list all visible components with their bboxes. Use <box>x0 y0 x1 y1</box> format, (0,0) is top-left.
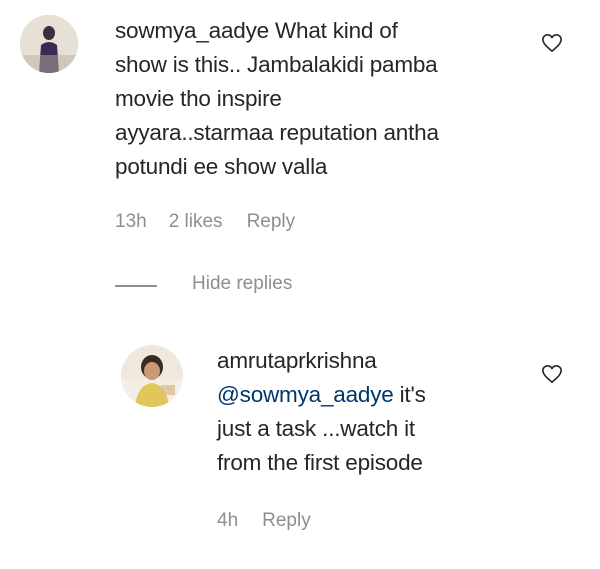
reply-time: 4h <box>217 510 239 531</box>
reply-reply-button[interactable]: Reply <box>262 510 311 532</box>
comment-meta: 13h 2 likes Reply <box>115 211 295 233</box>
hide-replies-line <box>115 285 157 287</box>
comment-line-5: potundi ee show valla <box>115 154 328 179</box>
reply-line-3: just a task ...watch it <box>217 416 415 441</box>
comment-body: sowmya_aadye What kind of show is this..… <box>115 14 515 184</box>
reply-line-2: @sowmya_aadye it's <box>217 378 517 412</box>
hide-replies-button[interactable]: Hide replies <box>192 273 292 295</box>
comment-reply-button[interactable]: Reply <box>247 211 296 233</box>
comment-line-4: ayyara..starmaa reputation antha <box>115 120 439 145</box>
comment-line-1: sowmya_aadye What kind of <box>115 14 515 48</box>
comment-username[interactable]: sowmya_aadye <box>115 18 269 43</box>
heart-icon[interactable] <box>541 364 563 384</box>
comment-line-3: movie tho inspire <box>115 86 282 111</box>
comment-likes[interactable]: 2 likes <box>169 211 223 233</box>
reply-avatar[interactable] <box>121 345 183 407</box>
avatar-photo <box>20 15 78 73</box>
reply-line-4: from the first episode <box>217 450 423 475</box>
comment-time: 13h <box>115 211 147 232</box>
reply-mention[interactable]: @sowmya_aadye <box>217 382 394 407</box>
reply-meta: 4h Reply <box>217 510 311 532</box>
avatar-photo <box>121 345 183 407</box>
comment-line-2: show is this.. Jambalakidi pamba <box>115 52 438 77</box>
reply-text-1: it's <box>393 382 426 407</box>
reply-line-1: amrutaprkrishna <box>217 348 377 373</box>
comment-text-1: What kind of <box>268 18 398 43</box>
comment-avatar[interactable] <box>20 15 78 73</box>
heart-icon[interactable] <box>541 33 563 53</box>
reply-body: amrutaprkrishna @sowmya_aadye it's just … <box>217 344 517 480</box>
